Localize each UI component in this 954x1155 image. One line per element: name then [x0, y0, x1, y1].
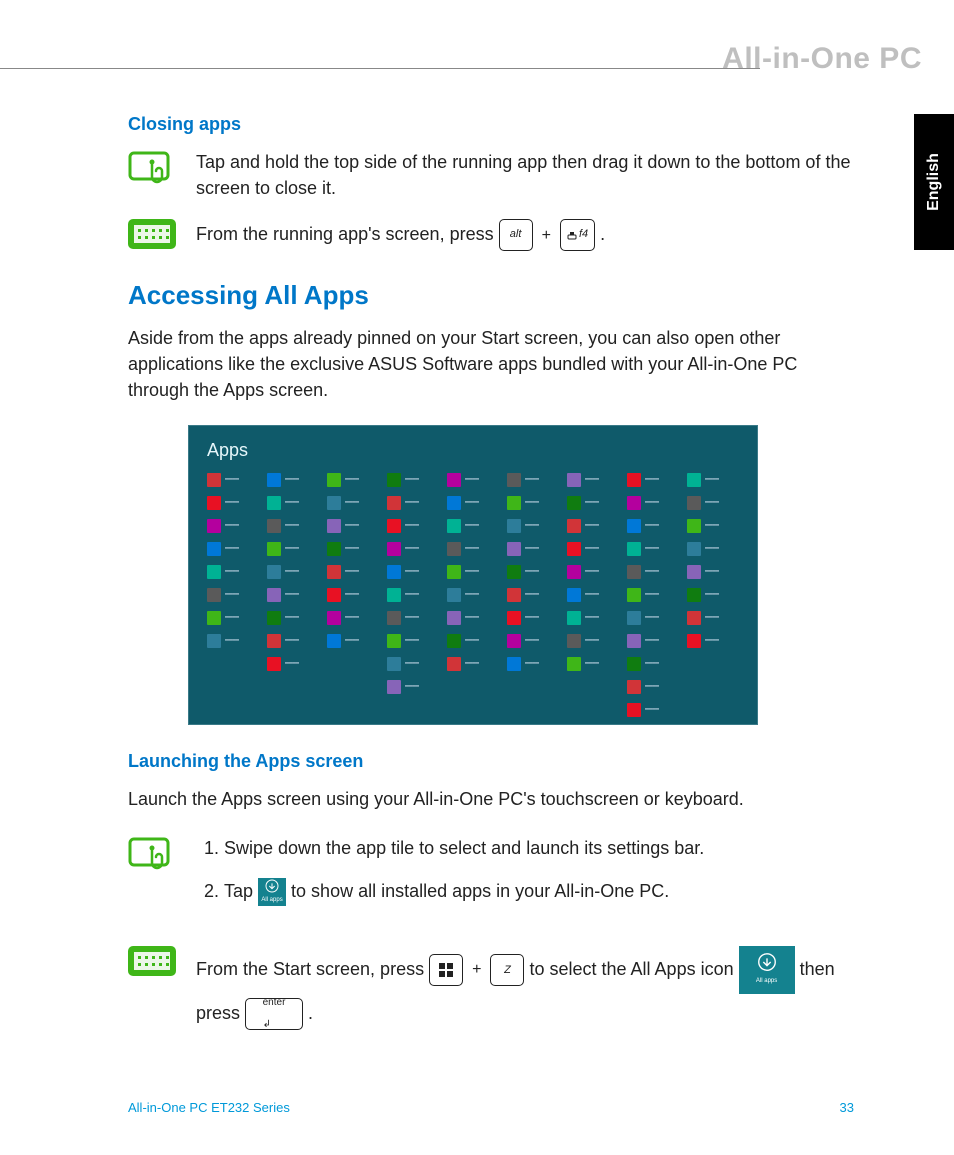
touch-step-2: Tap All apps to show all installed apps … — [224, 878, 858, 906]
key-enter: enter↲ — [245, 998, 303, 1030]
footer-page-number: 33 — [840, 1100, 854, 1115]
launching-keyboard-text: From the Start screen, press + Z to sele… — [196, 946, 858, 1034]
closing-touch-row: Tap and hold the top side of the running… — [128, 149, 858, 201]
product-title: All-in-One PC — [722, 42, 922, 76]
kb-text-before: From the running app's screen, press — [196, 224, 499, 244]
language-tab-label: English — [925, 153, 943, 211]
key-f4: f4 — [560, 219, 595, 251]
keyboard-icon — [128, 219, 176, 254]
launching-touch-steps: Swipe down the app tile to select and la… — [196, 835, 858, 922]
key-windows — [429, 954, 463, 986]
launching-touch-row: Swipe down the app tile to select and la… — [128, 835, 858, 922]
apps-grid: ━━━━━━━━━━━━━━━━━━━━━━━━━━━━━━━━━━━━━━━━… — [207, 471, 739, 721]
heading-closing-apps: Closing apps — [128, 114, 858, 135]
all-apps-tile-icon: All apps — [258, 878, 286, 906]
launching-keyboard-row: From the Start screen, press + Z to sele… — [128, 946, 858, 1034]
touch-icon — [128, 835, 176, 880]
closing-touch-text: Tap and hold the top side of the running… — [196, 149, 858, 201]
kb-text-after: . — [600, 224, 605, 244]
key-plus: + — [542, 224, 551, 247]
closing-keyboard-text: From the running app's screen, press alt… — [196, 219, 858, 251]
heading-accessing-all-apps: Accessing All Apps — [128, 280, 858, 311]
all-apps-tile-icon-large: All apps — [739, 946, 795, 994]
footer-series: All-in-One PC ET232 Series — [128, 1100, 290, 1115]
key-plus: + — [472, 952, 481, 987]
header-rule — [0, 68, 760, 69]
language-tab: English — [914, 114, 954, 250]
heading-launching-apps: Launching the Apps screen — [128, 751, 858, 772]
keyboard-icon — [128, 946, 176, 981]
key-z: Z — [490, 954, 524, 986]
key-alt: alt — [499, 219, 533, 251]
accessing-intro: Aside from the apps already pinned on yo… — [128, 325, 858, 403]
touch-icon — [128, 149, 176, 194]
closing-keyboard-row: From the running app's screen, press alt… — [128, 219, 858, 254]
apps-screen-title: Apps — [207, 440, 739, 461]
launching-intro: Launch the Apps screen using your All-in… — [128, 786, 858, 812]
touch-step-1: Swipe down the app tile to select and la… — [224, 835, 858, 862]
apps-screen-screenshot: Apps ━━━━━━━━━━━━━━━━━━━━━━━━━━━━━━━━━━━… — [188, 425, 758, 725]
page-footer: All-in-One PC ET232 Series 33 — [128, 1100, 854, 1115]
page-content: Closing apps Tap and hold the top side o… — [128, 114, 858, 1051]
